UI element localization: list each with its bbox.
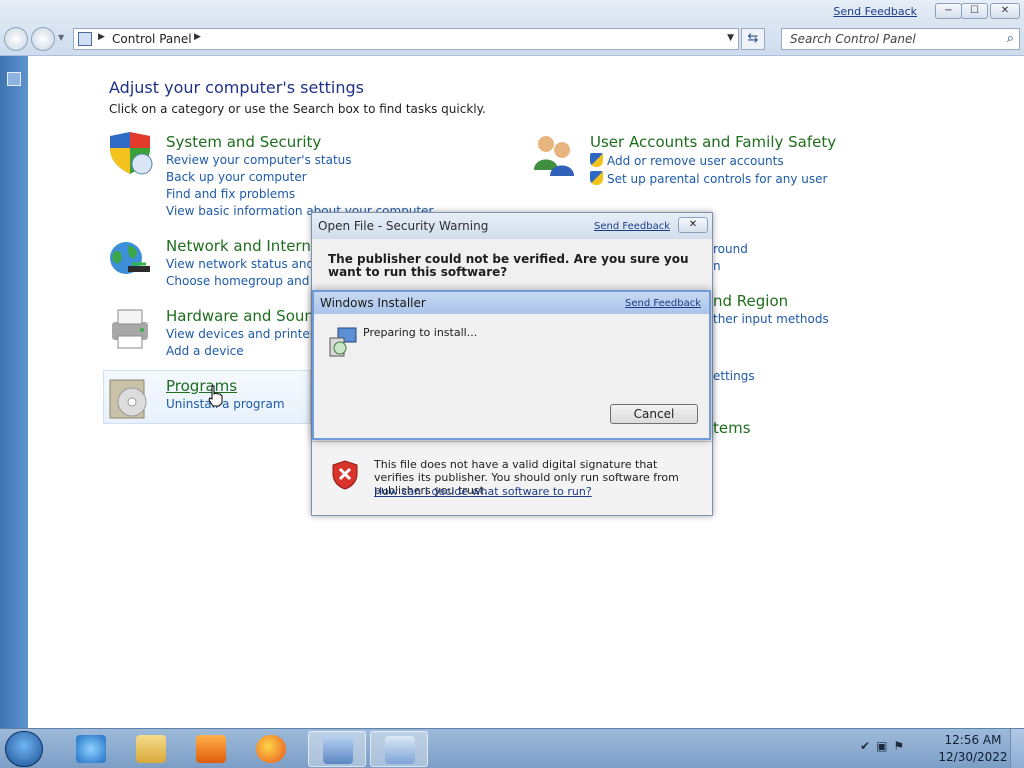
uac-shield-icon	[590, 153, 603, 167]
category-user-accounts[interactable]: User Accounts and Family Safety	[590, 133, 836, 151]
network-globe-icon[interactable]	[106, 236, 154, 284]
link-back-up[interactable]: Back up your computer	[166, 170, 307, 184]
flag-icon[interactable]: ⚑	[893, 739, 910, 753]
category-additional[interactable]: tems	[713, 419, 751, 437]
windows-installer-dialog: Windows Installer Send Feedback Preparin…	[312, 290, 711, 440]
minimize-button[interactable]: −	[935, 3, 962, 19]
category-system-security[interactable]: System and Security	[166, 133, 321, 151]
taskbar-internet-explorer[interactable]	[62, 731, 120, 767]
taskbar-windows-installer[interactable]	[370, 731, 428, 767]
page-subtitle: Click on a category or use the Search bo…	[109, 102, 486, 116]
link-review-status[interactable]: Review your computer's status	[166, 153, 352, 167]
clock-date[interactable]: 12/30/2022	[938, 750, 1008, 764]
page-title: Adjust your computer's settings	[109, 78, 364, 97]
folder-icon	[136, 735, 166, 763]
link-add-remove-users[interactable]: Add or remove user accounts	[590, 153, 784, 168]
link-parental-controls[interactable]: Set up parental controls for any user	[590, 171, 827, 186]
notification-area[interactable]: ✔▣⚑	[860, 739, 910, 753]
security-dialog-titlebar[interactable]: Open File - Security Warning Send Feedba…	[312, 213, 712, 239]
refresh-button[interactable]: ⇆	[741, 28, 765, 50]
taskbar-firefox[interactable]	[242, 731, 300, 767]
breadcrumb-control-panel[interactable]: Control Panel	[112, 32, 192, 46]
search-placeholder: Search Control Panel	[790, 32, 916, 46]
link-add-remove-users-label: Add or remove user accounts	[607, 154, 784, 168]
action-center-icon[interactable]: ✔	[860, 739, 876, 753]
control-panel-icon	[78, 32, 92, 46]
firefox-icon	[256, 735, 286, 763]
installer-title: Windows Installer	[320, 296, 426, 310]
users-icon[interactable]	[530, 130, 578, 178]
address-dropdown-icon[interactable]: ▼	[727, 33, 734, 43]
network-icon[interactable]: ▣	[876, 739, 893, 753]
security-question: The publisher could not be verified. Are…	[328, 252, 689, 279]
installer-status: Preparing to install...	[363, 326, 478, 339]
security-dialog-title: Open File - Security Warning	[318, 219, 489, 233]
link-desktop-background[interactable]: round	[713, 242, 748, 256]
forward-button[interactable]	[31, 27, 55, 51]
programs-disc-icon[interactable]	[106, 374, 154, 422]
taskbar-media-player[interactable]	[182, 731, 240, 767]
link-input-methods[interactable]: ther input methods	[713, 312, 829, 326]
view-icon[interactable]	[7, 72, 21, 86]
installer-icon	[329, 327, 357, 357]
uac-shield-icon	[590, 171, 603, 185]
search-input[interactable]: Search Control Panel ⌕	[781, 28, 1020, 50]
category-network-internet[interactable]: Network and Interne	[166, 237, 320, 255]
left-pane	[0, 56, 28, 728]
installer-titlebar[interactable]: Windows Installer Send Feedback	[314, 292, 709, 314]
recent-pages-chevron-icon[interactable]: ▼	[58, 33, 64, 42]
window-titlebar: Send Feedback − ☐ ✕	[0, 0, 1024, 24]
send-feedback-link[interactable]: Send Feedback	[833, 5, 917, 18]
printer-icon[interactable]	[106, 304, 154, 352]
close-button[interactable]: ✕	[990, 3, 1020, 19]
taskbar: ✔▣⚑ 12:56 AM 12/30/2022	[0, 728, 1024, 768]
link-homegroup[interactable]: Choose homegroup and sh	[166, 274, 327, 288]
control-panel-icon	[323, 736, 353, 764]
link-add-device[interactable]: Add a device	[166, 344, 244, 358]
cancel-button[interactable]: Cancel	[610, 404, 698, 424]
clock-time[interactable]: 12:56 AM	[938, 733, 1008, 747]
address-box[interactable]: ▶ Control Panel ▶ ▼	[73, 28, 739, 50]
security-footer: This file does not have a valid digital …	[312, 441, 712, 515]
taskbar-explorer[interactable]	[122, 731, 180, 767]
link-find-fix[interactable]: Find and fix problems	[166, 187, 295, 201]
link-screen-resolution[interactable]: n	[713, 259, 721, 273]
installer-send-feedback-link[interactable]: Send Feedback	[625, 298, 701, 309]
security-help-link[interactable]: How can I decide what software to run?	[374, 485, 592, 498]
breadcrumb-arrow-icon[interactable]: ▶	[98, 32, 105, 42]
maximize-button[interactable]: ☐	[961, 3, 988, 19]
link-parental-controls-label: Set up parental controls for any user	[607, 172, 828, 186]
link-devices-printers[interactable]: View devices and printers	[166, 327, 321, 341]
media-player-icon	[196, 735, 226, 763]
security-close-button[interactable]: ✕	[678, 217, 708, 233]
link-uninstall-program[interactable]: Uninstall a program	[166, 397, 285, 411]
security-send-feedback-link[interactable]: Send Feedback	[594, 221, 670, 232]
hand-cursor-icon	[208, 385, 223, 407]
link-suggest-settings[interactable]: ettings	[713, 369, 755, 383]
taskbar-control-panel[interactable]	[308, 731, 366, 767]
category-clock-region[interactable]: nd Region	[713, 292, 788, 310]
breadcrumb-arrow-icon[interactable]: ▶	[194, 32, 201, 42]
search-icon[interactable]: ⌕	[1007, 31, 1014, 46]
warning-shield-icon	[332, 460, 358, 490]
internet-explorer-icon	[76, 735, 106, 763]
address-toolbar: ▼ ▶ Control Panel ▶ ▼ ⇆ Search Control P…	[0, 24, 1024, 56]
category-hardware-sound[interactable]: Hardware and Sound	[166, 307, 323, 325]
back-button[interactable]	[4, 27, 28, 51]
show-desktop-button[interactable]	[1010, 729, 1024, 768]
start-button[interactable]	[5, 731, 43, 767]
installer-icon	[385, 736, 415, 764]
shield-icon[interactable]	[106, 130, 154, 178]
category-programs[interactable]: Programs	[166, 377, 237, 395]
